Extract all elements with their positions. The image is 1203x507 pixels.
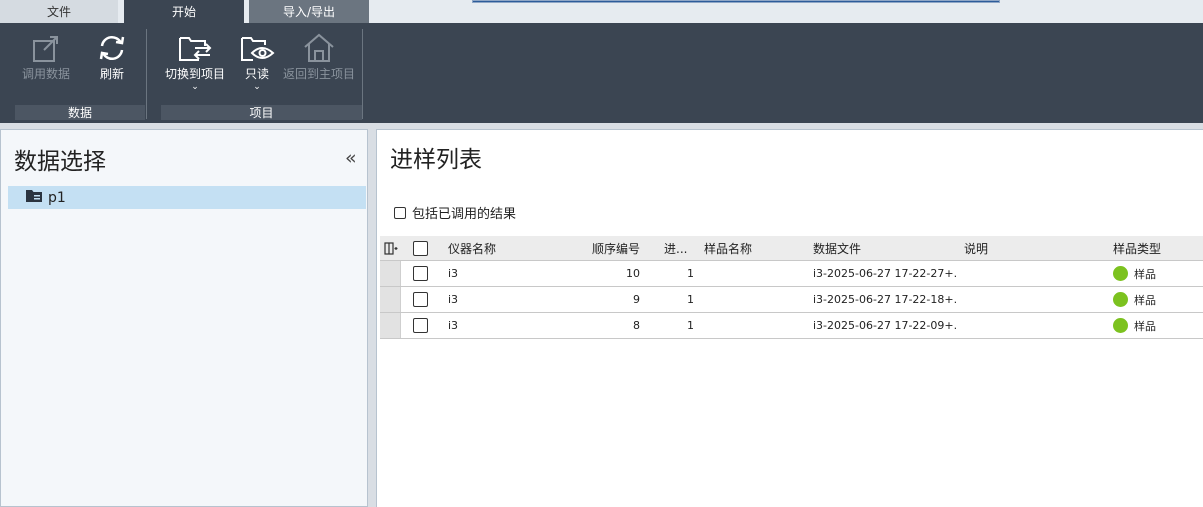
cell-sample-name xyxy=(704,313,794,338)
sample-type-icon xyxy=(1113,292,1128,307)
row-handle[interactable] xyxy=(380,313,401,338)
cell-sample-type: 样品 xyxy=(1113,287,1203,312)
project-folder-icon xyxy=(26,189,42,206)
col-header-inj[interactable]: 进... xyxy=(664,236,694,260)
chevron-down-icon: ⌄ xyxy=(253,82,261,92)
ribbon: 调用数据 刷新 切换到项目 ⌄ 只读 ⌄ 返回到主项目 数据 项目 xyxy=(0,23,1203,123)
tree-item-p1[interactable]: p1 xyxy=(8,186,366,209)
cell-sample-type: 样品 xyxy=(1113,313,1203,338)
cell-data-file: i3-2025-06-27 17-22-09+... xyxy=(813,319,958,332)
cell-inj: 1 xyxy=(687,319,694,332)
group-label-project: 项目 xyxy=(161,105,362,120)
read-only-label: 只读 xyxy=(244,67,269,81)
cell-seq: 10 xyxy=(626,267,640,280)
injection-list-panel: 进样列表 包括已调用的结果 仪器名称 顺序编号 进... 样品名称 数据文件 说… xyxy=(376,129,1203,507)
cell-sample-name xyxy=(704,261,794,286)
folder-eye-icon xyxy=(239,31,275,65)
group-label-data: 数据 xyxy=(15,105,145,120)
refresh-button[interactable]: 刷新 xyxy=(96,31,128,82)
cell-data-file: i3-2025-06-27 17-22-18+... xyxy=(813,293,958,306)
ribbon-separator xyxy=(146,29,147,119)
cell-sample-name xyxy=(704,287,794,312)
switch-project-label: 切换到项目 xyxy=(165,67,226,81)
include-loaded-results[interactable]: 包括已调用的结果 xyxy=(394,203,516,222)
load-data-button[interactable]: 调用数据 xyxy=(22,31,70,82)
include-loaded-checkbox[interactable] xyxy=(394,206,406,219)
panel-title: 数据选择 xyxy=(14,149,106,175)
tab-start[interactable]: 开始 xyxy=(124,0,244,23)
col-header-sample-name[interactable]: 样品名称 xyxy=(704,236,794,260)
tab-import-export[interactable]: 导入/导出 xyxy=(249,0,369,23)
read-only-button[interactable]: 只读 ⌄ xyxy=(239,31,275,92)
col-header-instrument[interactable]: 仪器名称 xyxy=(448,236,538,260)
ribbon-separator xyxy=(362,29,363,119)
chevron-down-icon: ⌄ xyxy=(191,82,199,92)
tree-item-label: p1 xyxy=(48,189,66,206)
col-header-seq[interactable]: 顺序编号 xyxy=(570,236,640,260)
select-all-checkbox[interactable] xyxy=(413,236,431,260)
folder-switch-icon xyxy=(177,31,213,65)
ribbon-tabbar: 文件 开始 导入/导出 xyxy=(0,0,1203,23)
cell-data-file: i3-2025-06-27 17-22-27+... xyxy=(813,267,958,280)
table-row[interactable]: i3 8 1 i3-2025-06-27 17-22-09+... 样品 xyxy=(380,313,1203,339)
collapse-panel-icon[interactable]: « xyxy=(345,147,357,169)
row-checkbox[interactable] xyxy=(413,287,431,312)
refresh-label: 刷新 xyxy=(99,67,124,81)
column-chooser-icon[interactable] xyxy=(382,236,400,260)
grid-header: 仪器名称 顺序编号 进... 样品名称 数据文件 说明 样品类型 xyxy=(380,236,1203,261)
include-loaded-label: 包括已调用的结果 xyxy=(412,207,517,222)
cell-inj: 1 xyxy=(687,267,694,280)
title-strip xyxy=(472,0,1000,3)
cell-instrument: i3 xyxy=(448,267,459,280)
return-main-label: 返回到主项目 xyxy=(283,67,356,81)
cell-sample-type: 样品 xyxy=(1113,261,1203,286)
sample-type-label: 样品 xyxy=(1134,319,1156,333)
cell-desc xyxy=(964,261,1084,286)
tab-file[interactable]: 文件 xyxy=(0,0,118,23)
refresh-icon xyxy=(96,31,128,65)
cell-instrument: i3 xyxy=(448,293,459,306)
row-checkbox[interactable] xyxy=(413,313,431,338)
row-checkbox[interactable] xyxy=(413,261,431,286)
cell-desc xyxy=(964,313,1084,338)
export-icon xyxy=(30,31,62,65)
row-handle[interactable] xyxy=(380,287,401,312)
sample-type-label: 样品 xyxy=(1134,267,1156,281)
sample-type-icon xyxy=(1113,318,1128,333)
sample-type-icon xyxy=(1113,266,1128,281)
col-header-sample-type[interactable]: 样品类型 xyxy=(1113,236,1203,260)
table-row[interactable]: i3 9 1 i3-2025-06-27 17-22-18+... 样品 xyxy=(380,287,1203,313)
data-selection-panel: 数据选择 « p1 xyxy=(0,129,368,507)
row-handle[interactable] xyxy=(380,261,401,286)
sample-type-label: 样品 xyxy=(1134,293,1156,307)
cell-inj: 1 xyxy=(687,293,694,306)
switch-project-button[interactable]: 切换到项目 ⌄ xyxy=(165,31,226,92)
table-row[interactable]: i3 10 1 i3-2025-06-27 17-22-27+... 样品 xyxy=(380,261,1203,287)
col-header-data-file[interactable]: 数据文件 xyxy=(813,236,953,260)
cell-desc xyxy=(964,287,1084,312)
page-title: 进样列表 xyxy=(390,147,482,173)
return-main-project-button[interactable]: 返回到主项目 xyxy=(283,31,355,82)
col-header-desc[interactable]: 说明 xyxy=(964,236,1084,260)
load-data-label: 调用数据 xyxy=(22,67,71,81)
cell-instrument: i3 xyxy=(448,319,459,332)
cell-seq: 9 xyxy=(633,293,640,306)
home-icon xyxy=(302,31,336,65)
cell-seq: 8 xyxy=(633,319,640,332)
